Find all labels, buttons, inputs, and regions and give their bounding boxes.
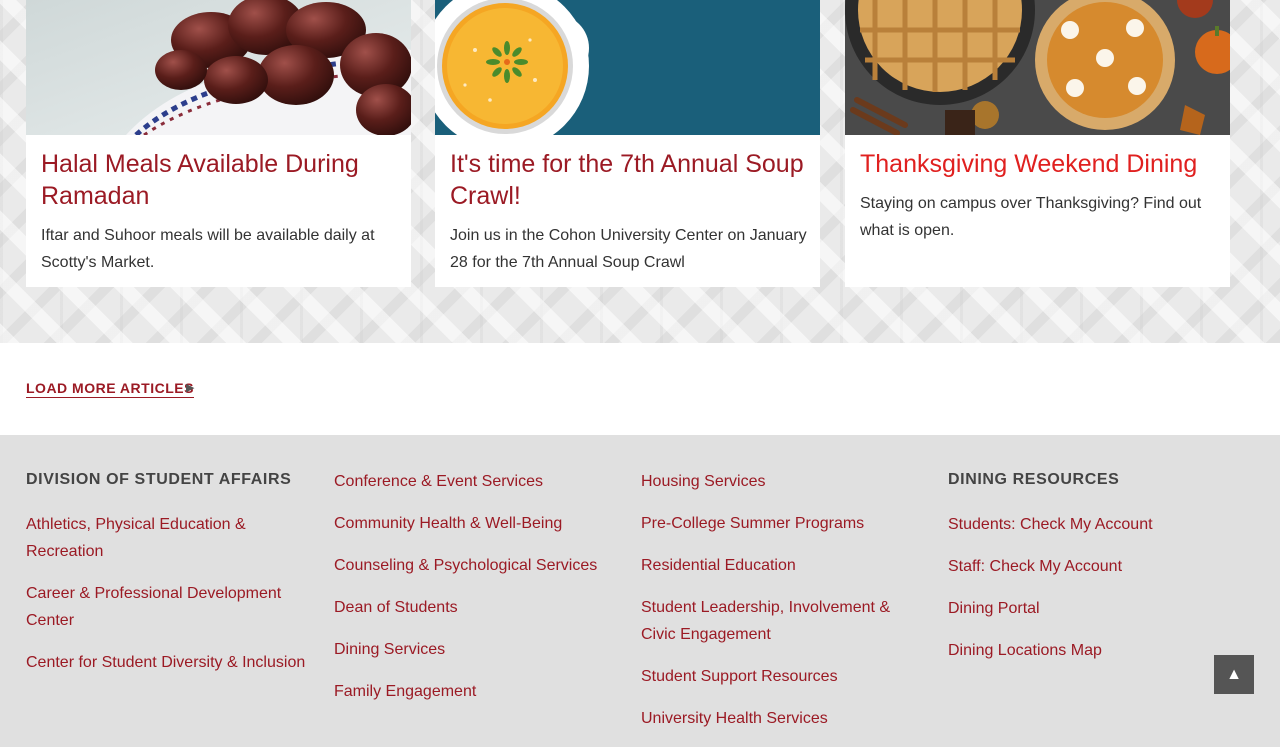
article-description: Staying on campus over Thanksgiving? Fin… xyxy=(860,195,1202,239)
footer-link[interactable]: Student Support Resources xyxy=(641,663,921,690)
article-card[interactable]: Thanksgiving Weekend Dining Staying on c… xyxy=(845,0,1230,287)
footer-link[interactable]: Student Leadership, Involvement & Civic … xyxy=(641,594,921,648)
footer-column-programs: Housing Services Pre-College Summer Prog… xyxy=(641,468,921,747)
footer-link[interactable]: Housing Services xyxy=(641,468,921,495)
footer-link[interactable]: Dining Services xyxy=(334,636,619,663)
footer-link[interactable]: Pre-College Summer Programs xyxy=(641,510,921,537)
footer-link[interactable]: Conference & Event Services xyxy=(334,468,619,495)
footer-heading: DINING RESOURCES xyxy=(948,471,1120,488)
footer-link[interactable]: Residential Education xyxy=(641,552,921,579)
article-image-dates[interactable] xyxy=(26,0,411,135)
footer-link[interactable]: Dining Locations Map xyxy=(948,637,1208,664)
footer-link[interactable]: Dining Portal xyxy=(948,595,1208,622)
footer-link[interactable]: University Health Services xyxy=(641,705,921,732)
footer-link[interactable]: Community Health & Well-Being xyxy=(334,510,619,537)
footer-link[interactable]: Athletics, Physical Education & Recreati… xyxy=(26,511,311,565)
article-image-pies[interactable] xyxy=(845,0,1230,135)
article-card[interactable]: Halal Meals Available During Ramadan Ift… xyxy=(26,0,411,287)
footer-column-services: Conference & Event Services Community He… xyxy=(334,468,619,720)
article-title[interactable]: It's time for the 7th Annual Soup Crawl! xyxy=(450,148,810,212)
load-more-section: LOAD MORE ARTICLES ▶ xyxy=(0,343,1280,435)
site-footer: DIVISION OF STUDENT AFFAIRS Athletics, P… xyxy=(0,435,1280,727)
footer-heading: DIVISION OF STUDENT AFFAIRS xyxy=(26,471,292,488)
arrow-up-icon: ▲ xyxy=(1226,665,1242,683)
footer-link[interactable]: Staff: Check My Account xyxy=(948,553,1208,580)
articles-band: Halal Meals Available During Ramadan Ift… xyxy=(0,0,1280,343)
footer-column-dining-resources: DINING RESOURCES Students: Check My Acco… xyxy=(948,468,1208,679)
footer-link[interactable]: Counseling & Psychological Services xyxy=(334,552,619,579)
footer-link[interactable]: Career & Professional Development Center xyxy=(26,580,311,634)
load-more-link[interactable]: LOAD MORE ARTICLES xyxy=(26,380,194,398)
article-description: Join us in the Cohon University Center o… xyxy=(450,227,807,271)
footer-link[interactable]: Students: Check My Account xyxy=(948,511,1208,538)
footer-column-student-affairs: DIVISION OF STUDENT AFFAIRS Athletics, P… xyxy=(26,468,311,691)
play-arrow-icon: ▶ xyxy=(186,382,195,394)
article-description: Iftar and Suhoor meals will be available… xyxy=(41,227,375,271)
footer-link[interactable]: Dean of Students xyxy=(334,594,619,621)
footer-link[interactable]: Family Engagement xyxy=(334,678,619,705)
article-title[interactable]: Halal Meals Available During Ramadan xyxy=(41,148,401,212)
back-to-top-button[interactable]: ▲ xyxy=(1214,655,1254,694)
footer-link[interactable]: Center for Student Diversity & Inclusion xyxy=(26,649,311,676)
article-title[interactable]: Thanksgiving Weekend Dining xyxy=(860,148,1220,180)
article-card[interactable]: It's time for the 7th Annual Soup Crawl!… xyxy=(435,0,820,287)
article-image-soup[interactable] xyxy=(435,0,820,135)
